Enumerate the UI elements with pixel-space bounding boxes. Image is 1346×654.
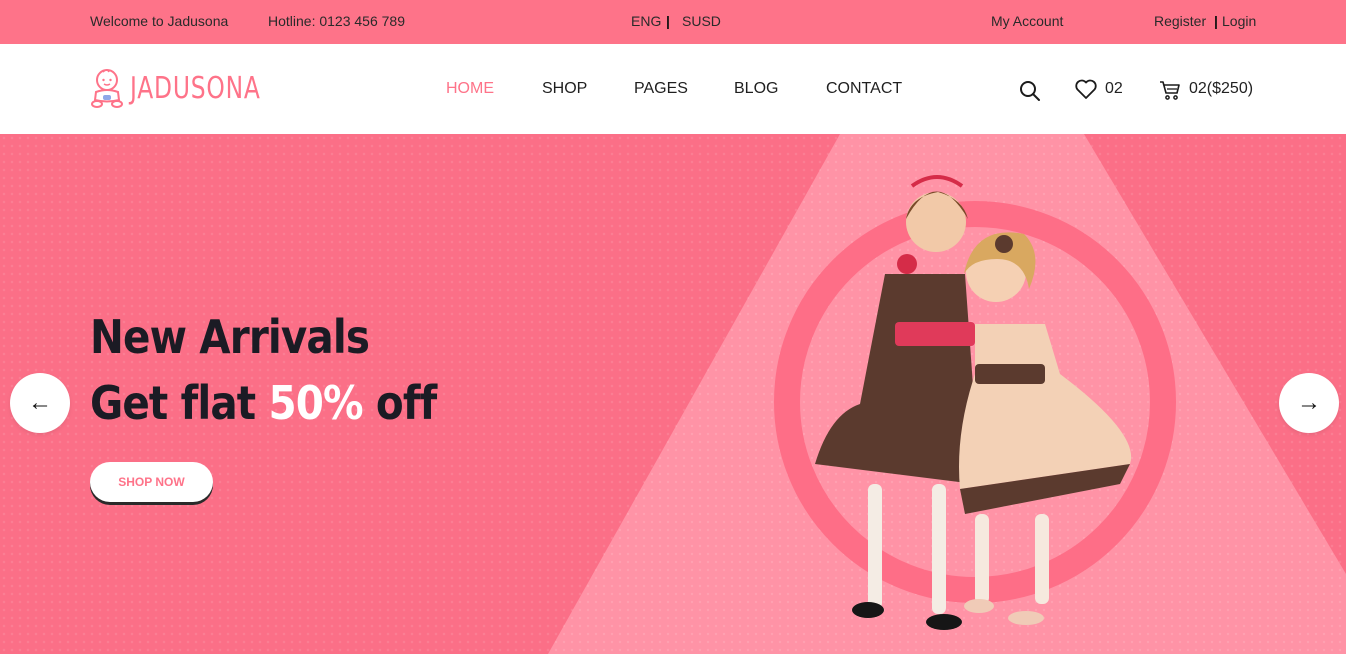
- welcome-text: Welcome to Jadusona: [90, 13, 229, 29]
- slider-next-button[interactable]: →: [1279, 373, 1339, 433]
- site-logo[interactable]: JADUSONA: [88, 66, 298, 110]
- lang-currency-separator: |: [666, 13, 670, 29]
- currency-selector[interactable]: SUSD: [682, 13, 721, 29]
- hero-slider: New Arrivals Get flat 50% off SHOP NOW ←…: [0, 134, 1346, 654]
- nav-blog[interactable]: BLOG: [734, 80, 778, 98]
- hotline-text: Hotline: 0123 456 789: [268, 13, 405, 29]
- main-header: JADUSONA HOME SHOP PAGES BLOG CONTACT 02…: [0, 44, 1346, 134]
- search-icon[interactable]: [1018, 79, 1042, 103]
- arrow-left-icon: ←: [28, 389, 52, 416]
- cart-icon[interactable]: [1158, 78, 1182, 102]
- offer-suffix: off: [362, 376, 437, 430]
- nav-pages[interactable]: PAGES: [634, 80, 688, 98]
- wishlist-count[interactable]: 02: [1105, 80, 1123, 98]
- logo-text: JADUSONA: [130, 70, 261, 106]
- offer-prefix: Get flat: [90, 376, 269, 430]
- nav-home[interactable]: HOME: [446, 80, 494, 98]
- offer-percent: 50%: [268, 376, 363, 430]
- language-selector[interactable]: ENG: [631, 13, 661, 29]
- top-bar: Welcome to Jadusona Hotline: 0123 456 78…: [0, 0, 1346, 44]
- hero-headline-new-arrivals: New Arrivals: [90, 310, 370, 364]
- slider-prev-button[interactable]: ←: [10, 373, 70, 433]
- arrow-right-icon: →: [1297, 389, 1321, 416]
- nav-shop[interactable]: SHOP: [542, 80, 587, 98]
- baby-logo-icon: [91, 69, 123, 108]
- register-link[interactable]: Register: [1154, 13, 1206, 29]
- nav-contact[interactable]: CONTACT: [826, 80, 902, 98]
- my-account-link[interactable]: My Account: [991, 13, 1063, 29]
- register-login-separator: |: [1214, 13, 1218, 29]
- hero-headline-offer: Get flat 50% off: [90, 376, 437, 430]
- login-link[interactable]: Login: [1222, 13, 1256, 29]
- shop-now-button[interactable]: SHOP NOW: [90, 462, 213, 502]
- heart-icon[interactable]: [1074, 78, 1098, 100]
- cart-summary[interactable]: 02($250): [1189, 80, 1253, 98]
